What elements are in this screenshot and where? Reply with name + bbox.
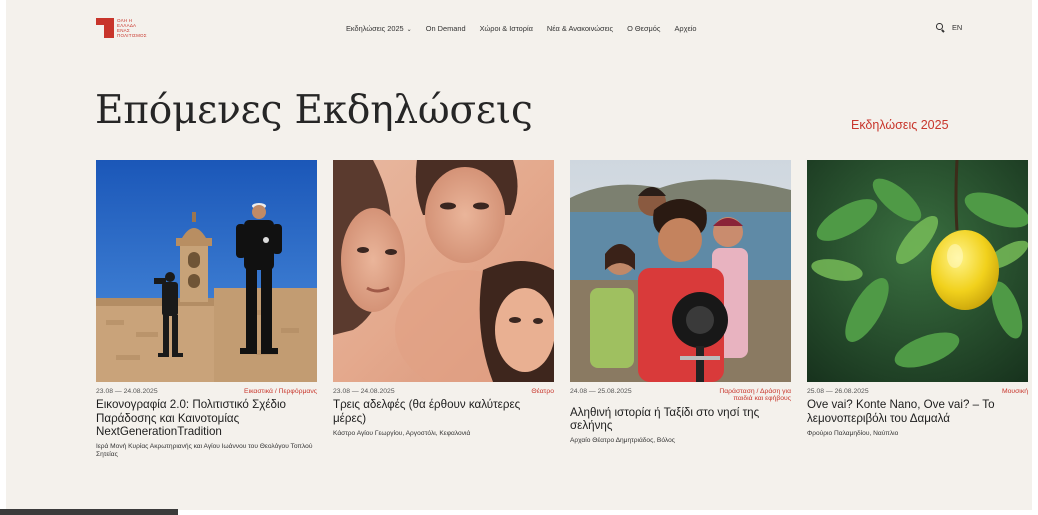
- event-card[interactable]: 23.08 — 24.08.2025 Θέατρο Τρεις αδελφές …: [333, 160, 554, 438]
- page-title: Επόμενες Εκδηλώσεις: [95, 88, 533, 133]
- event-card[interactable]: 24.08 — 25.08.2025 Παράσταση / Δράση για…: [570, 160, 791, 445]
- event-date: 23.08 — 24.08.2025: [96, 388, 158, 395]
- event-category[interactable]: Μουσική: [1002, 388, 1028, 395]
- event-category[interactable]: Εικαστικά / Περφόρμανς: [244, 388, 317, 395]
- events-2025-link[interactable]: Εκδηλώσεις 2025: [851, 118, 949, 132]
- nav-label: Εκδηλώσεις 2025: [346, 24, 404, 33]
- card-meta: 24.08 — 25.08.2025 Παράσταση / Δράση για…: [570, 388, 791, 403]
- event-venue: Αρχαίο Θέατρο Δημητριάδος, Βόλος: [570, 437, 675, 445]
- event-venue: Φρούριο Παλαμηδίου, Ναύπλιο: [807, 429, 899, 437]
- bottom-scroll-indicator: [0, 509, 178, 515]
- event-card[interactable]: 23.08 — 24.08.2025 Εικαστικά / Περφόρμαν…: [96, 160, 317, 459]
- card-meta: 25.08 — 26.08.2025 Μουσική: [807, 388, 1028, 395]
- chevron-down-icon: ⌄: [406, 27, 412, 33]
- event-category[interactable]: Θέατρο: [531, 388, 554, 395]
- event-category[interactable]: Παράσταση / Δράση για παιδιά και εφήβους: [699, 388, 791, 403]
- event-title[interactable]: Ove vai? Konte Nano, Ove vai? – Το λεμον…: [807, 398, 1028, 424]
- event-image[interactable]: [807, 160, 1028, 382]
- card-meta: 23.08 — 24.08.2025 Θέατρο: [333, 388, 554, 395]
- nav-item-events-2025[interactable]: Εκδηλώσεις 2025 ⌄: [346, 24, 412, 33]
- nav-item-venues-history[interactable]: Χώροι & Ιστορία: [480, 24, 533, 33]
- event-venue: Ιερά Μονή Κυρίας Ακρωτηριανής και Αγίου …: [96, 443, 313, 459]
- logo-mark: [96, 18, 114, 38]
- event-image[interactable]: [96, 160, 317, 382]
- event-date: 24.08 — 25.08.2025: [570, 388, 632, 395]
- event-date: 25.08 — 26.08.2025: [807, 388, 869, 395]
- event-image[interactable]: [570, 160, 791, 382]
- nav-item-institution[interactable]: Ο Θεσμός: [627, 24, 660, 33]
- event-title[interactable]: Αληθινή ιστορία ή Ταξίδι στο νησί της σε…: [570, 406, 791, 432]
- card-meta: 23.08 — 24.08.2025 Εικαστικά / Περφόρμαν…: [96, 388, 317, 395]
- nav-item-archive[interactable]: Αρχείο: [674, 24, 696, 33]
- event-title[interactable]: Εικονογραφία 2.0: Πολιτιστικό Σχέδιο Παρ…: [96, 398, 317, 438]
- header-tools: EN: [936, 23, 962, 33]
- logo-line: ΠΟΛΙΤΙΣΜΟΣ: [117, 33, 147, 38]
- event-card[interactable]: 25.08 — 26.08.2025 Μουσική Ove vai? Kont…: [807, 160, 1028, 438]
- logo[interactable]: ΟΛΗ Η ΕΛΛΑΔΑ ΕΝΑΣ ΠΟΛΙΤΙΣΜΟΣ: [96, 18, 147, 38]
- logo-text: ΟΛΗ Η ΕΛΛΑΔΑ ΕΝΑΣ ΠΟΛΙΤΙΣΜΟΣ: [117, 18, 147, 38]
- event-title[interactable]: Τρεις αδελφές (θα έρθουν καλύτερες μέρες…: [333, 398, 554, 424]
- event-date: 23.08 — 24.08.2025: [333, 388, 395, 395]
- event-venue: Κάστρο Αγίου Γεωργίου, Αργοστόλι, Κεφαλο…: [333, 429, 471, 437]
- nav-item-news[interactable]: Νέα & Ανακοινώσεις: [547, 24, 613, 33]
- language-switch[interactable]: EN: [952, 23, 962, 32]
- search-icon[interactable]: [936, 23, 945, 33]
- nav-item-on-demand[interactable]: On Demand: [426, 24, 466, 33]
- page: ΟΛΗ Η ΕΛΛΑΔΑ ΕΝΑΣ ΠΟΛΙΤΙΣΜΟΣ Εκδηλώσεις …: [6, 0, 1032, 510]
- main-nav: Εκδηλώσεις 2025 ⌄ On Demand Χώροι & Ιστορ…: [346, 24, 711, 33]
- event-image[interactable]: [333, 160, 554, 382]
